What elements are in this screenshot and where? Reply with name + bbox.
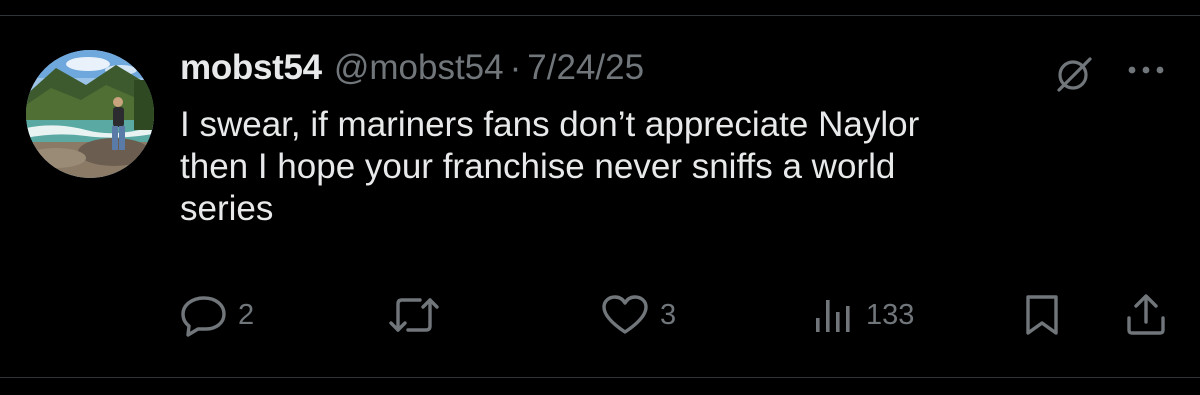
- bottom-divider: [0, 377, 1200, 378]
- like-count: 3: [660, 298, 677, 331]
- post-date[interactable]: 7/24/25: [527, 48, 644, 88]
- views-count: 133: [866, 298, 915, 331]
- header-separator: ·: [509, 48, 522, 87]
- top-divider: [0, 15, 1200, 16]
- like-button[interactable]: 3: [600, 292, 676, 338]
- more-icon[interactable]: [1124, 60, 1168, 80]
- repost-button[interactable]: [388, 292, 450, 338]
- reply-button[interactable]: 2: [180, 292, 254, 338]
- reply-count: 2: [238, 298, 255, 331]
- like-icon: [602, 295, 648, 334]
- grok-icon[interactable]: [1052, 52, 1096, 96]
- share-button[interactable]: [1124, 292, 1168, 338]
- avatar[interactable]: [26, 50, 154, 178]
- reply-icon: [181, 296, 226, 337]
- repost-icon: [389, 298, 439, 332]
- views-button[interactable]: 133: [812, 292, 914, 338]
- bookmark-icon: [1026, 295, 1058, 335]
- share-icon: [1127, 294, 1165, 335]
- post-text: I swear, if mariners fans don’t apprecia…: [180, 105, 920, 228]
- user-handle[interactable]: @mobst54: [334, 48, 504, 88]
- bookmark-button[interactable]: [1022, 292, 1062, 338]
- views-icon: [816, 300, 850, 332]
- display-name[interactable]: mobst54: [180, 48, 322, 88]
- avatar-photo: [26, 50, 154, 178]
- post-header: mobst54 @mobst54 · 7/24/25: [180, 48, 644, 92]
